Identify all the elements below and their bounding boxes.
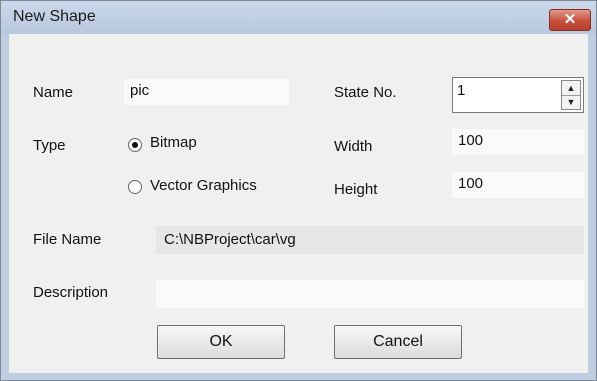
width-label: Width [334,138,373,155]
width-field[interactable]: 100 [452,129,584,155]
title-bar[interactable]: New Shape ✕ [1,1,596,34]
file-name-field[interactable]: C:\NBProject\car\vg [156,226,584,254]
radio-selected-dot [132,142,138,148]
height-field[interactable]: 100 [452,172,584,198]
window-title: New Shape [13,8,96,25]
spin-buttons: ▲ ▼ [561,80,581,110]
bitmap-radio[interactable] [128,138,142,152]
dialog-body: Name pic State No. 1 ▲ ▼ Type Bitmap Wid… [9,34,588,373]
state-no-value: 1 [457,82,466,99]
vector-graphics-option-label[interactable]: Vector Graphics [150,177,257,194]
type-label: Type [33,137,66,154]
description-field[interactable] [156,280,584,308]
height-label: Height [334,181,378,198]
state-no-spinner[interactable]: 1 ▲ ▼ [452,77,584,113]
description-label: Description [33,284,109,301]
cancel-button[interactable]: Cancel [334,325,462,359]
spin-down-icon[interactable]: ▼ [562,95,580,109]
new-shape-dialog: New Shape ✕ Name pic State No. 1 ▲ ▼ Typ… [0,0,597,381]
ok-button[interactable]: OK [157,325,285,359]
bitmap-option-label[interactable]: Bitmap [150,134,197,151]
file-name-label: File Name [33,231,102,248]
spin-up-icon[interactable]: ▲ [562,81,580,96]
vector-graphics-radio[interactable] [128,180,142,194]
close-button[interactable]: ✕ [549,9,591,31]
name-field[interactable]: pic [124,79,289,105]
name-label: Name [33,84,74,101]
close-icon: ✕ [563,11,577,28]
state-no-label: State No. [334,84,397,101]
